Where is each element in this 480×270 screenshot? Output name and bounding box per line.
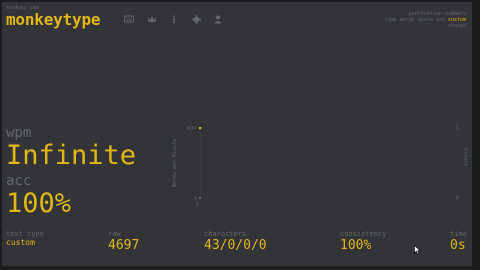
characters-label: characters xyxy=(204,230,247,238)
y2-axis-label: Errors xyxy=(462,148,468,166)
time-value: 0s xyxy=(450,238,466,253)
info-icon[interactable] xyxy=(169,14,179,24)
x-tick-label: 1 xyxy=(196,202,199,208)
result-chart: Words per Minute Errors46970101 xyxy=(172,126,468,209)
crown-icon[interactable] xyxy=(147,14,157,24)
time-label: time xyxy=(450,230,467,238)
y2-tick-label: 0 xyxy=(456,196,459,202)
acc-value: 100% xyxy=(6,188,72,219)
settings-change[interactable]: change xyxy=(448,23,466,29)
user-icon[interactable] xyxy=(213,14,223,24)
keyboard-icon[interactable] xyxy=(124,14,134,24)
test-type-label: test type xyxy=(6,230,44,238)
baseline-point xyxy=(199,197,201,199)
acc-label: acc xyxy=(6,173,32,189)
characters-value: 43/0/0/0 xyxy=(204,238,267,253)
raw-value: 4697 xyxy=(108,238,140,253)
settings-types-text[interactable]: time words quote zen xyxy=(385,17,445,23)
test-type-value: custom xyxy=(6,238,35,247)
y2-tick-label: 1 xyxy=(456,126,459,132)
wpm-label: wpm xyxy=(6,125,32,141)
logo[interactable]: monkeytype xyxy=(6,10,101,29)
consistency-label: consistency xyxy=(340,230,387,238)
y-axis-label: Words per Minute xyxy=(172,139,178,187)
y-tick-label: 4697 xyxy=(186,126,197,132)
wpm-value: Infinite xyxy=(6,140,137,171)
data-point xyxy=(199,127,202,130)
raw-label: raw xyxy=(108,230,121,238)
consistency-value: 100% xyxy=(340,238,372,253)
mouse-cursor-icon xyxy=(414,245,421,255)
y-tick-label: 0 xyxy=(194,196,197,202)
results-screen: monkey see monkeytype punctuation number… xyxy=(2,2,472,266)
gear-icon[interactable] xyxy=(191,14,201,24)
